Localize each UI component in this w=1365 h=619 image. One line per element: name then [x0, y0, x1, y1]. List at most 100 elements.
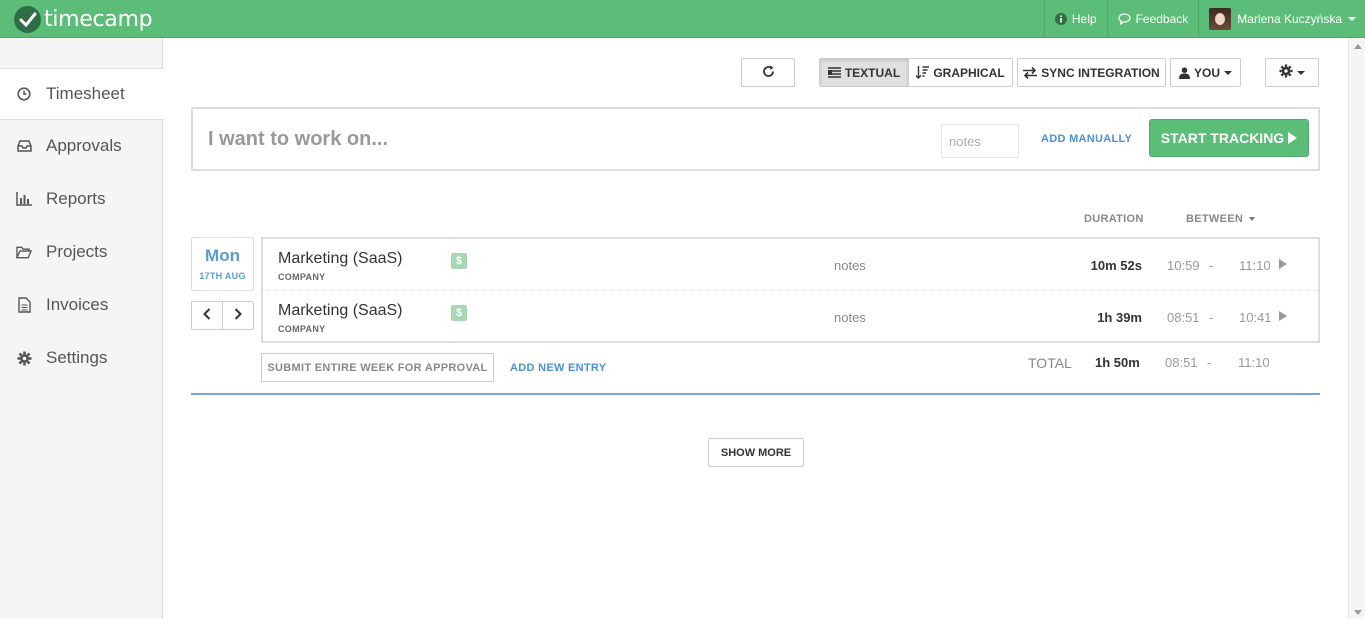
submit-week-button[interactable]: SUBMIT ENTIRE WEEK FOR APPROVAL — [261, 353, 494, 382]
time-entries-list: Marketing (SaaS) COMPANY $ notes 10m 52s… — [261, 237, 1320, 343]
add-new-entry-link[interactable]: ADD NEW ENTRY — [510, 362, 606, 374]
refresh-button[interactable] — [741, 58, 795, 87]
feedback-link[interactable]: Feedback — [1106, 0, 1199, 38]
entry-end-time[interactable]: 10:41 — [1239, 310, 1272, 325]
document-icon — [16, 297, 32, 313]
table-row[interactable]: Marketing (SaaS) COMPANY $ notes 1h 39m … — [263, 290, 1318, 341]
chevron-left-icon — [203, 307, 211, 325]
sidebar-item-timesheet[interactable]: Timesheet — [0, 68, 164, 120]
start-tracking-button[interactable]: START TRACKING — [1149, 119, 1309, 157]
billable-dollar-icon[interactable]: $ — [451, 305, 467, 321]
day-divider — [191, 393, 1320, 395]
entry-duration[interactable]: 1h 39m — [1097, 310, 1142, 325]
scroll-up-icon[interactable] — [1354, 44, 1362, 49]
avatar — [1209, 8, 1232, 30]
scroll-down-icon[interactable] — [1354, 610, 1362, 615]
textual-label: TEXTUAL — [844, 65, 901, 80]
sort-down-icon — [1249, 217, 1256, 222]
gear-icon — [16, 350, 32, 366]
sidebar: Timesheet Approvals Reports Projects Inv… — [0, 38, 164, 619]
day-card: Mon 17TH AUG — [191, 237, 254, 291]
play-icon[interactable] — [1279, 259, 1287, 269]
task-parent: COMPANY — [278, 324, 326, 334]
sync-label: SYNC INTEGRATION — [1041, 65, 1160, 80]
sort-icon — [916, 66, 930, 79]
gear-icon — [1279, 64, 1293, 81]
task-parent: COMPANY — [278, 272, 326, 282]
chevron-down-icon — [1297, 70, 1305, 75]
user-icon — [1178, 66, 1190, 79]
between-column-header[interactable]: BETWEEN — [1186, 213, 1256, 225]
chevron-down-icon — [1348, 17, 1356, 21]
user-menu[interactable]: Marlena Kuczyńska — [1198, 0, 1365, 38]
day-name: Mon — [205, 246, 240, 265]
play-icon — [1288, 132, 1298, 144]
entry-notes[interactable]: notes — [834, 258, 866, 273]
task-title[interactable]: Marketing (SaaS) — [278, 250, 403, 268]
sidebar-item-invoices[interactable]: Invoices — [0, 279, 163, 331]
next-day-button[interactable] — [222, 301, 254, 330]
duration-column-header: DURATION — [1084, 213, 1144, 225]
sidebar-item-label: Approvals — [46, 136, 122, 155]
graphical-view-button[interactable]: GRAPHICAL — [908, 58, 1013, 87]
graphical-label: GRAPHICAL — [933, 65, 1005, 80]
start-tracking-label: START TRACKING — [1160, 130, 1285, 146]
time-separator: - — [1209, 258, 1214, 273]
entry-notes[interactable]: notes — [834, 310, 866, 325]
sidebar-item-projects[interactable]: Projects — [0, 226, 163, 278]
logo-check-icon — [14, 5, 41, 33]
refresh-icon — [762, 65, 775, 81]
total-start-time: 08:51 — [1165, 355, 1198, 370]
chevron-right-icon — [234, 307, 242, 325]
timecamp-logo[interactable]: timecamp — [14, 5, 153, 33]
user-filter-dropdown[interactable]: YOU — [1170, 58, 1241, 87]
total-end-time: 11:10 — [1238, 355, 1270, 370]
vertical-scrollbar[interactable] — [1348, 38, 1365, 619]
sidebar-item-reports[interactable]: Reports — [0, 173, 163, 225]
textual-view-button[interactable]: TEXTUAL — [819, 58, 909, 87]
bar-chart-icon — [16, 191, 32, 207]
sidebar-item-label: Reports — [46, 189, 106, 208]
day-date: 17TH AUG — [199, 271, 246, 281]
entry-start-time[interactable]: 08:51 — [1167, 310, 1200, 325]
sidebar-item-settings[interactable]: Settings — [0, 332, 163, 384]
clock-icon — [16, 86, 32, 102]
settings-dropdown[interactable] — [1265, 58, 1319, 87]
total-label: TOTAL — [1028, 355, 1072, 371]
speech-bubble-icon — [1117, 13, 1131, 25]
sync-integration-button[interactable]: SYNC INTEGRATION — [1017, 58, 1166, 87]
feedback-label: Feedback — [1135, 12, 1189, 26]
time-separator: - — [1209, 310, 1214, 325]
folder-icon — [16, 244, 32, 260]
play-icon[interactable] — [1279, 311, 1287, 321]
previous-day-button[interactable] — [191, 301, 223, 330]
table-row[interactable]: Marketing (SaaS) COMPANY $ notes 10m 52s… — [263, 239, 1318, 290]
between-label: BETWEEN — [1186, 213, 1244, 225]
total-duration: 1h 50m — [1095, 355, 1140, 370]
sidebar-item-label: Settings — [46, 348, 108, 367]
billable-dollar-icon[interactable]: $ — [451, 253, 467, 269]
notes-input[interactable]: notes — [941, 124, 1019, 158]
time-separator: - — [1207, 355, 1212, 370]
user-name: Marlena Kuczyńska — [1237, 12, 1342, 26]
you-label: YOU — [1193, 65, 1220, 80]
show-more-button[interactable]: SHOW MORE — [708, 438, 804, 467]
top-bar: timecamp Help Feedback Marlena Kuczyńska — [0, 0, 1365, 38]
task-title[interactable]: Marketing (SaaS) — [278, 302, 403, 320]
entry-start-time[interactable]: 10:59 — [1167, 258, 1200, 273]
sidebar-item-label: Projects — [46, 242, 108, 261]
info-icon — [1054, 13, 1067, 25]
time-tracker-bar: I want to work on... notes ADD MANUALLY … — [191, 107, 1320, 171]
brand-name: timecamp — [44, 6, 153, 32]
entry-end-time[interactable]: 11:10 — [1239, 258, 1271, 273]
exchange-icon — [1023, 66, 1038, 79]
help-link[interactable]: Help — [1043, 0, 1107, 38]
chevron-down-icon — [1224, 70, 1232, 75]
sidebar-item-approvals[interactable]: Approvals — [0, 120, 163, 172]
task-search-input[interactable]: I want to work on... — [208, 128, 388, 151]
help-label: Help — [1071, 12, 1097, 26]
add-manually-link[interactable]: ADD MANUALLY — [1041, 133, 1132, 145]
entry-duration[interactable]: 10m 52s — [1091, 258, 1142, 273]
list-icon — [827, 67, 841, 78]
inbox-icon — [16, 138, 32, 154]
